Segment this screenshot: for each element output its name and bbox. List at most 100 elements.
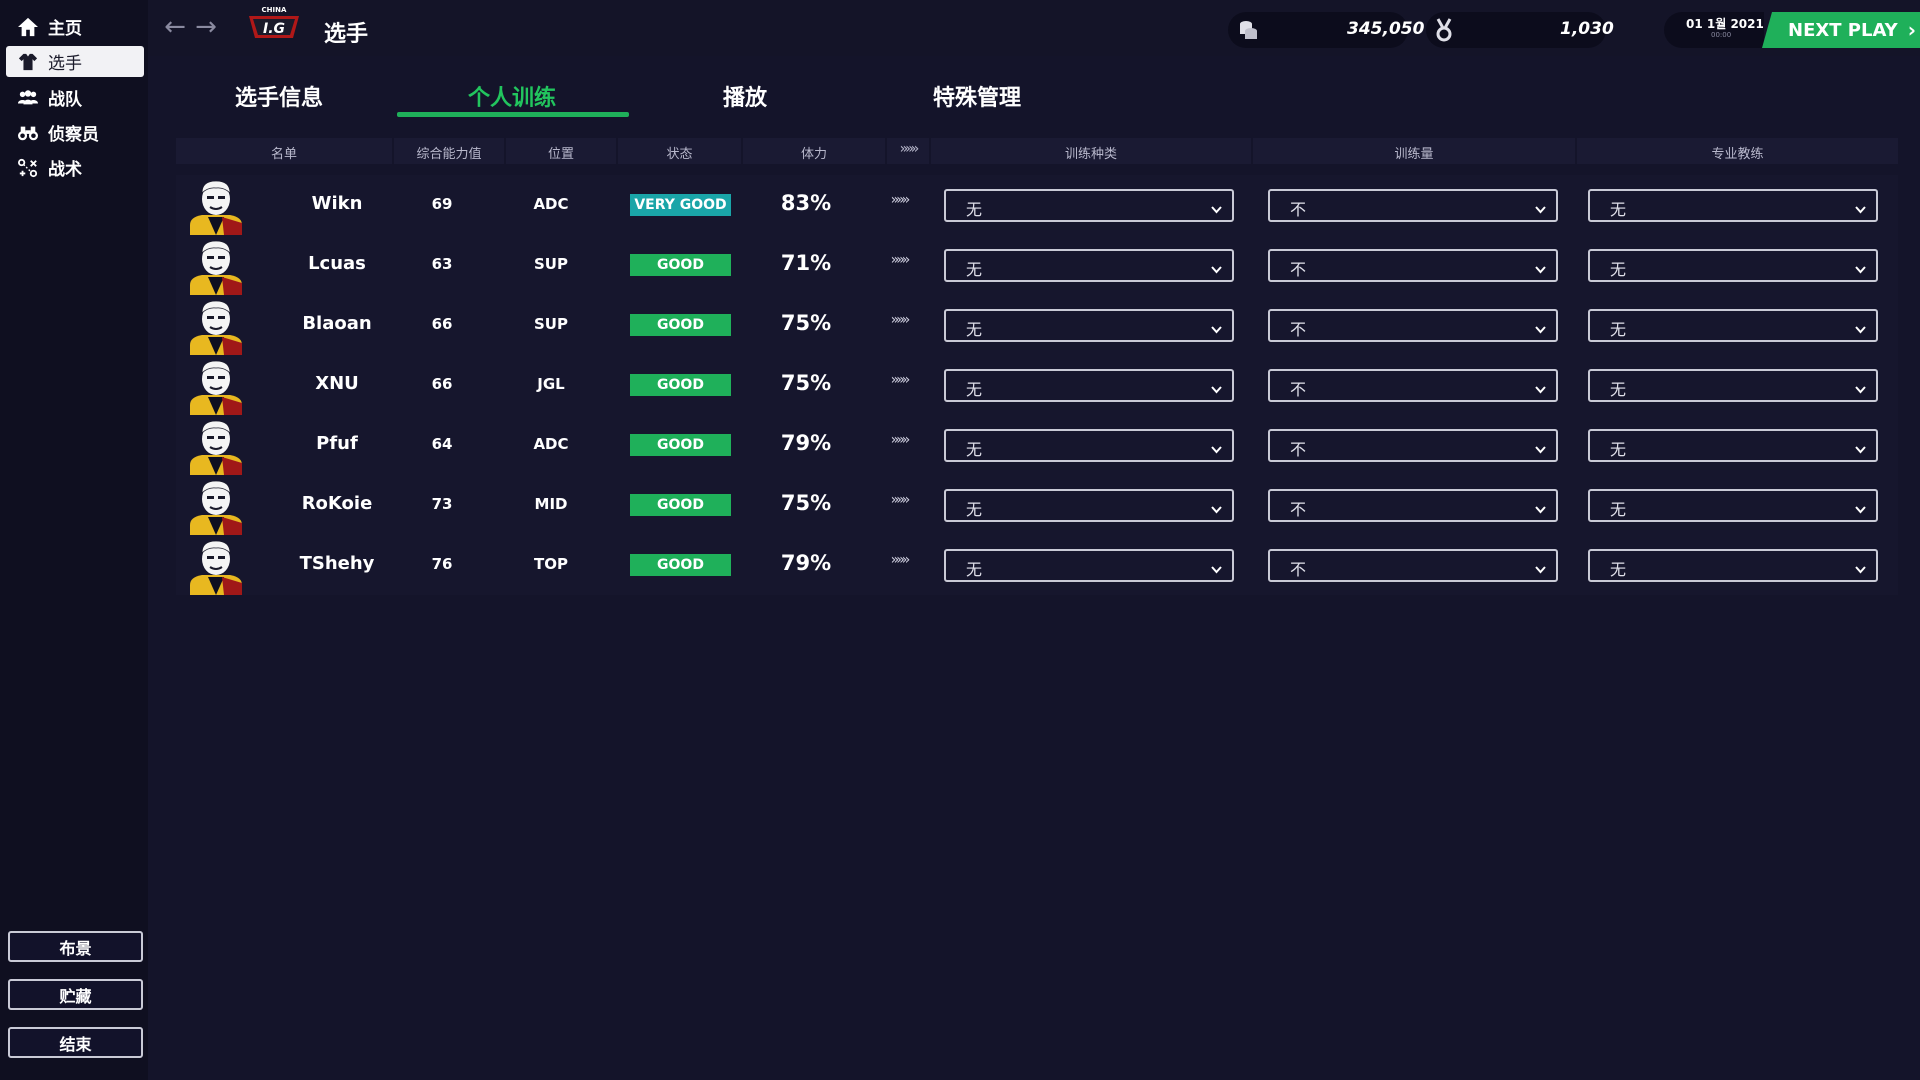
player-name[interactable]: RoKoie [272, 493, 402, 514]
training-amount-dropdown[interactable]: 不 [1268, 309, 1558, 342]
training-amount-dropdown[interactable]: 不 [1268, 249, 1558, 282]
player-avatar [188, 177, 244, 235]
player-name[interactable]: Lcuas [272, 253, 402, 274]
table-row[interactable]: RoKoie 73 MID GOOD 75% »»» 无 不 无 [176, 477, 1898, 537]
table-row[interactable]: XNU 66 JGL GOOD 75% »»» 无 不 无 [176, 357, 1898, 417]
training-amount-dropdown[interactable]: 不 [1268, 489, 1558, 522]
player-ovr: 69 [431, 195, 453, 213]
sidebar-item-players[interactable]: 选手 [6, 46, 144, 77]
player-position: JGL [537, 375, 565, 393]
forward-arrow-icon[interactable]: → [193, 14, 219, 40]
header-arrows[interactable]: »»» [887, 141, 929, 157]
dropdown-value: 无 [1610, 200, 1627, 219]
fans-value: 1,030 [1560, 19, 1614, 39]
training-amount-dropdown[interactable]: 不 [1268, 189, 1558, 222]
training-type-dropdown[interactable]: 无 [944, 549, 1234, 582]
chevron-down-icon [1855, 440, 1866, 454]
player-stamina: 79% [780, 551, 832, 575]
player-ovr: 66 [431, 375, 453, 393]
tab-player-info[interactable]: 选手信息 [164, 80, 394, 120]
tab-special-management[interactable]: 特殊管理 [862, 80, 1092, 120]
dropdown-value: 不 [1290, 380, 1307, 399]
chevron-down-icon [1211, 380, 1222, 394]
chevron-down-icon [1211, 260, 1222, 274]
status-badge: GOOD [630, 254, 731, 276]
back-arrow-icon[interactable]: ← [162, 14, 188, 40]
training-type-dropdown[interactable]: 无 [944, 429, 1234, 462]
sidebar-item-team[interactable]: 战队 [6, 82, 144, 113]
table-row[interactable]: Pfuf 64 ADC GOOD 79% »»» 无 不 无 [176, 417, 1898, 477]
dropdown-value: 无 [966, 320, 983, 339]
coach-dropdown[interactable]: 无 [1588, 429, 1878, 462]
chevron-down-icon [1535, 200, 1546, 214]
next-play-button[interactable]: NEXT PLAY › [1762, 12, 1920, 48]
player-name[interactable]: XNU [272, 373, 402, 394]
sidebar: 主页 选手 战队 侦察员 战术 布景 贮藏 结束 [0, 0, 148, 1080]
chevron-down-icon [1535, 440, 1546, 454]
header-stamina: 体力 [800, 147, 827, 162]
coach-dropdown[interactable]: 无 [1588, 489, 1878, 522]
sidebar-item-label: 侦察员 [48, 125, 99, 145]
dropdown-value: 无 [966, 440, 983, 459]
player-shirt-icon [16, 51, 40, 73]
logo-text: I.G [263, 21, 285, 37]
player-ovr: 76 [431, 555, 453, 573]
header-training-type: 训练种类 [1064, 147, 1117, 162]
training-amount-dropdown[interactable]: 不 [1268, 369, 1558, 402]
exit-button[interactable]: 结束 [8, 1027, 143, 1058]
player-stamina: 79% [780, 431, 832, 455]
sidebar-item-scouts[interactable]: 侦察员 [6, 117, 144, 148]
top-bar [148, 0, 1920, 56]
status-badge: GOOD [630, 554, 731, 576]
chevron-down-icon [1855, 560, 1866, 574]
table-row[interactable]: Wikn 69 ADC VERY GOOD 83% »»» 无 不 无 [176, 177, 1898, 237]
layout-button[interactable]: 布景 [8, 931, 143, 962]
time-text: 00:00 [1711, 31, 1732, 39]
player-ovr: 63 [431, 255, 453, 273]
player-position: TOP [534, 555, 568, 573]
sidebar-item-tactics[interactable]: 战术 [6, 152, 144, 183]
expand-arrows-icon[interactable]: »»» [879, 432, 919, 448]
expand-arrows-icon[interactable]: »»» [879, 552, 919, 568]
expand-arrows-icon[interactable]: »»» [879, 192, 919, 208]
coach-dropdown[interactable]: 无 [1588, 249, 1878, 282]
player-stamina: 83% [780, 191, 832, 215]
expand-arrows-icon[interactable]: »»» [879, 312, 919, 328]
player-name[interactable]: Wikn [272, 193, 402, 214]
tab-broadcast[interactable]: 播放 [630, 80, 860, 120]
player-table: Wikn 69 ADC VERY GOOD 83% »»» 无 不 无 Lcua… [176, 175, 1898, 595]
coach-dropdown[interactable]: 无 [1588, 309, 1878, 342]
training-amount-dropdown[interactable]: 不 [1268, 549, 1558, 582]
training-type-dropdown[interactable]: 无 [944, 249, 1234, 282]
table-row[interactable]: Blaoan 66 SUP GOOD 75% »»» 无 不 无 [176, 297, 1898, 357]
training-type-dropdown[interactable]: 无 [944, 489, 1234, 522]
chevron-down-icon [1855, 380, 1866, 394]
player-ovr: 66 [431, 315, 453, 333]
player-name[interactable]: Blaoan [272, 313, 402, 334]
training-type-dropdown[interactable]: 无 [944, 189, 1234, 222]
header-ovr: 综合能力值 [416, 147, 482, 162]
player-name[interactable]: TShehy [272, 553, 402, 574]
expand-arrows-icon[interactable]: »»» [879, 252, 919, 268]
sidebar-item-home[interactable]: 主页 [6, 11, 144, 42]
coach-dropdown[interactable]: 无 [1588, 549, 1878, 582]
training-type-dropdown[interactable]: 无 [944, 369, 1234, 402]
table-row[interactable]: TShehy 76 TOP GOOD 79% »»» 无 不 无 [176, 537, 1898, 597]
player-stamina: 75% [780, 371, 832, 395]
dropdown-value: 无 [966, 260, 983, 279]
coach-dropdown[interactable]: 无 [1588, 189, 1878, 222]
coach-dropdown[interactable]: 无 [1588, 369, 1878, 402]
expand-arrows-icon[interactable]: »»» [879, 372, 919, 388]
status-badge: GOOD [630, 434, 731, 456]
training-amount-dropdown[interactable]: 不 [1268, 429, 1558, 462]
dropdown-value: 无 [966, 500, 983, 519]
table-row[interactable]: Lcuas 63 SUP GOOD 71% »»» 无 不 无 [176, 237, 1898, 297]
player-avatar [188, 357, 244, 415]
dropdown-value: 无 [1610, 320, 1627, 339]
save-button[interactable]: 贮藏 [8, 979, 143, 1010]
home-icon [16, 16, 40, 38]
team-icon [16, 87, 40, 109]
expand-arrows-icon[interactable]: »»» [879, 492, 919, 508]
training-type-dropdown[interactable]: 无 [944, 309, 1234, 342]
player-name[interactable]: Pfuf [272, 433, 402, 454]
